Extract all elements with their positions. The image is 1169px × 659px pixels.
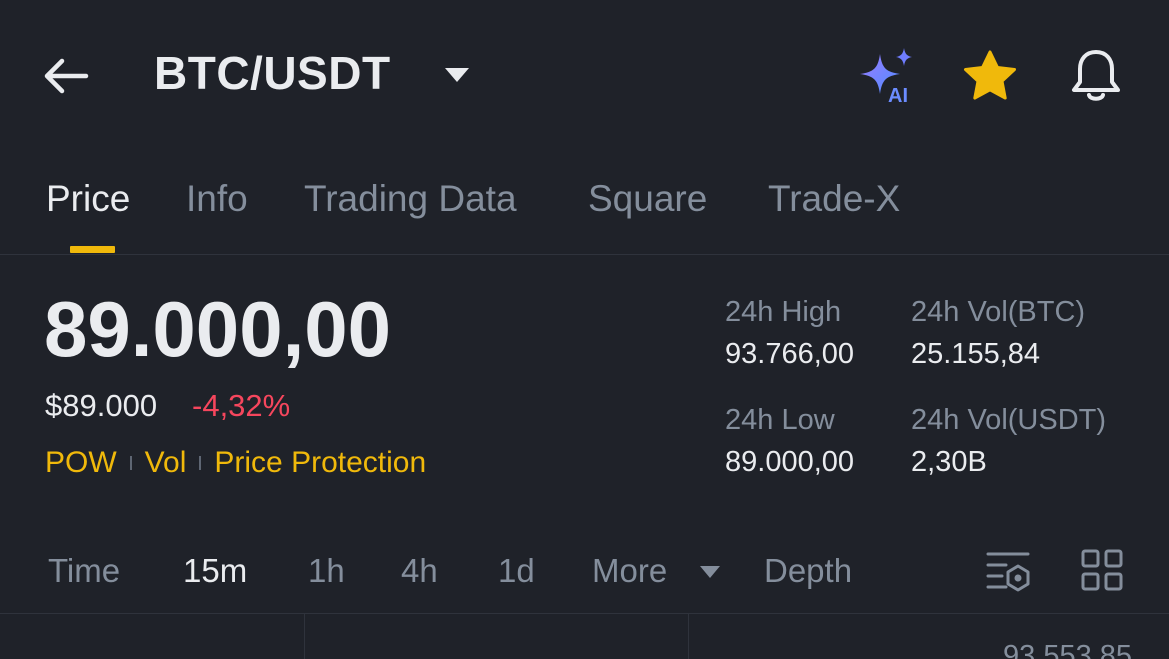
last-price: 89.000,00	[44, 285, 392, 373]
star-icon	[964, 50, 1016, 100]
timeframe-1d[interactable]: 1d	[498, 552, 535, 590]
layout-grid-button[interactable]	[1080, 548, 1124, 592]
stat-24h-low-value: 89.000,00	[725, 446, 855, 478]
chart-settings-icon	[986, 552, 1030, 592]
stat-24h-vol-usdt-label: 24h Vol(USDT)	[911, 404, 1107, 436]
timeframe-divider	[0, 613, 1169, 614]
caret-down-icon	[700, 566, 720, 578]
usd-price: $89.000	[45, 388, 158, 423]
tag-vol[interactable]: Vol	[145, 446, 187, 480]
grid-icon	[1081, 549, 1123, 591]
tag-list: POW Vol Price Protection	[45, 446, 426, 480]
timeframe-more[interactable]: More	[592, 552, 667, 590]
depth-tab[interactable]: Depth	[764, 552, 852, 590]
tab-square[interactable]: Square	[588, 178, 707, 220]
stat-24h-high-value: 93.766,00	[725, 338, 855, 370]
more-dropdown-caret[interactable]	[698, 562, 722, 582]
tab-info[interactable]: Info	[186, 178, 248, 220]
tag-separator	[199, 456, 202, 470]
caret-down-icon	[445, 68, 469, 82]
price-change-percent: -4,32%	[192, 388, 291, 423]
chart-settings-button[interactable]	[984, 548, 1034, 594]
timeframe-1h[interactable]: 1h	[308, 552, 345, 590]
stat-24h-high-label: 24h High	[725, 296, 842, 328]
tab-price[interactable]: Price	[46, 178, 130, 220]
favorite-button[interactable]	[960, 48, 1020, 104]
tag-price-protection[interactable]: Price Protection	[214, 446, 426, 480]
tab-trading-data[interactable]: Trading Data	[304, 178, 517, 220]
timeframe-15m[interactable]: 15m	[183, 552, 247, 590]
pair-dropdown-caret[interactable]	[443, 64, 471, 88]
ai-assistant-button[interactable]: AI	[852, 44, 918, 107]
back-button[interactable]	[40, 48, 110, 104]
price-axis-label: 93.553,85	[1003, 640, 1133, 659]
tag-separator	[129, 456, 132, 470]
stat-24h-vol-btc-label: 24h Vol(BTC)	[911, 296, 1086, 328]
stat-24h-vol-btc-value: 25.155,84	[911, 338, 1041, 370]
stat-24h-low-label: 24h Low	[725, 404, 835, 436]
timeframe-time[interactable]: Time	[48, 552, 120, 590]
tab-trade-x[interactable]: Trade-X	[768, 178, 900, 220]
bell-icon	[1072, 50, 1120, 101]
ai-label: AI	[888, 85, 908, 106]
tabs-divider	[0, 254, 1169, 255]
stat-24h-vol-usdt-value: 2,30B	[911, 446, 987, 478]
tag-pow[interactable]: POW	[45, 446, 117, 480]
chart-gridline	[688, 614, 689, 659]
ai-sparkle-icon: AI	[860, 48, 912, 107]
back-arrow-icon	[44, 58, 89, 94]
timeframe-4h[interactable]: 4h	[401, 552, 438, 590]
active-tab-indicator	[70, 246, 115, 253]
pair-title[interactable]: BTC/USDT	[154, 46, 391, 100]
alerts-button[interactable]	[1066, 46, 1126, 106]
chart-gridline	[304, 614, 305, 659]
